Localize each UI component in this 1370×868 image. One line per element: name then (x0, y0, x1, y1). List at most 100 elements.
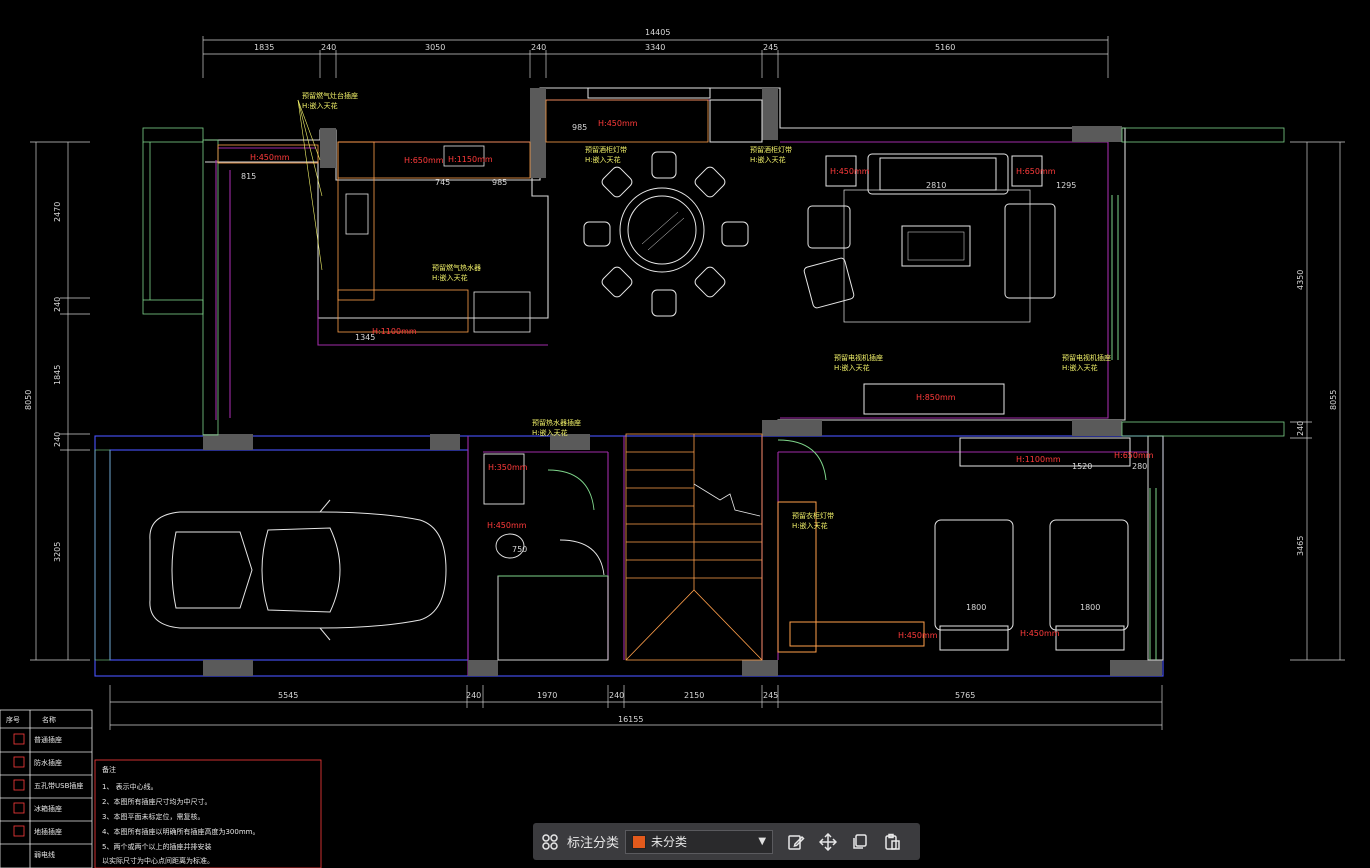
bedroom-label: H:1100mm (1016, 455, 1061, 464)
dim-interior: 985 (572, 123, 587, 132)
living-label: H:850mm (916, 393, 956, 402)
dim-top-segments: 1835 240 3050 240 3340 245 5160 (254, 43, 955, 52)
notes-line: 4、本图所有插座以明确所有插座高度为300mm。 (102, 827, 259, 836)
dim-right-seg: 3465 (1296, 536, 1305, 556)
dim-interior: 985 (492, 178, 507, 187)
note-living-left: 预留电视机插座 (834, 353, 883, 362)
dim-bottom-seg: 245 (763, 691, 778, 700)
dim-right-total: 8055 (1329, 390, 1338, 410)
copy-icon[interactable] (847, 829, 873, 855)
dim-interior: 745 (435, 178, 450, 187)
dim-bottom-total: 16155 (618, 715, 643, 724)
legend-row: 冰箱插座 (34, 804, 62, 813)
dim-top-seg: 3050 (425, 43, 445, 52)
note-living-left: H:嵌入天花 (834, 363, 870, 372)
bedroom (777, 437, 1157, 660)
notes-line: 以实际尺寸为中心点间距离为标准。 (102, 856, 214, 865)
dim-bottom-seg: 240 (466, 691, 481, 700)
dim-left-seg: 3205 (53, 542, 62, 562)
dim-interior: 1800 (1080, 603, 1100, 612)
move-icon[interactable] (815, 829, 841, 855)
legend-row: 普通插座 (34, 735, 62, 744)
dim-bottom-seg: 1970 (537, 691, 557, 700)
staircase (625, 433, 763, 661)
kitchen-label: H:1150mm (448, 155, 493, 164)
dim-left-seg: 240 (53, 297, 62, 312)
bedroom-label: H:650mm (1114, 451, 1154, 460)
legend-row: 地插插座 (34, 827, 62, 836)
legend-row: 防水插座 (34, 758, 62, 767)
note-bath: H:嵌入天花 (532, 428, 568, 437)
kitchen-label: H:650mm (404, 156, 444, 165)
note-bedroom: 预留衣柜灯带 (792, 511, 834, 520)
legend-row: 弱电线 (34, 850, 55, 859)
bathroom (483, 453, 609, 661)
dim-left-seg: 1845 (53, 365, 62, 385)
paste-icon[interactable] (879, 829, 905, 855)
note-living-right: H:嵌入天花 (1062, 363, 1098, 372)
dim-bottom-seg: 240 (609, 691, 624, 700)
dim-left-seg: 2470 (53, 202, 62, 222)
wall-columns (203, 88, 1164, 676)
bedroom-label: H:450mm (1020, 629, 1060, 638)
car-icon (149, 499, 447, 641)
category-select[interactable]: 未分类 ▼ (625, 829, 774, 854)
edit-icon[interactable] (783, 829, 809, 855)
chevron-down-icon: ▼ (758, 836, 767, 847)
dim-top-total: 14405 (645, 28, 670, 37)
dim-top-seg: 1835 (254, 43, 274, 52)
annotation-toolbar: 标注分类 未分类 ▼ (533, 823, 920, 860)
category-select-value: 未分类 (651, 835, 688, 849)
notes-line: 5、两个或两个以上的插座并排安装 (102, 842, 211, 851)
dim-right-seg: 4350 (1296, 270, 1305, 290)
notes-line: 3、本图平面未标定位，需复核。 (102, 812, 204, 821)
note-dining-left: H:嵌入天花 (585, 155, 621, 164)
dim-right-segments: 4350 240 3465 8055 (1296, 270, 1338, 556)
dim-top-seg: 240 (321, 43, 336, 52)
note-dining-right: H:嵌入天花 (750, 155, 786, 164)
legend-header: 序号 (6, 715, 20, 724)
dim-interior: 1345 (355, 333, 375, 342)
note-kitchen-top: 预留燃气灶台插座 (302, 91, 358, 100)
dim-bottom-segments: 5545 240 1970 240 2150 245 5765 (278, 691, 975, 700)
category-swatch (632, 834, 647, 849)
note-dining-left: 预留酒柜灯带 (585, 145, 627, 154)
bedroom-label: H:450mm (898, 631, 938, 640)
bath-label: H:350mm (488, 463, 528, 472)
note-bedroom: H:嵌入天花 (792, 521, 828, 530)
legend-row: 五孔带USB插座 (34, 781, 83, 790)
dim-top-seg: 240 (531, 43, 546, 52)
dim-left-total: 8050 (24, 390, 33, 410)
notes-line: 1、 表示中心线。 (102, 782, 158, 791)
dim-interior: 2810 (926, 181, 946, 190)
dim-top-seg: 245 (763, 43, 778, 52)
living-label: H:450mm (830, 167, 870, 176)
living-label: H:650mm (1016, 167, 1056, 176)
note-dining-right: 预留酒柜灯带 (750, 145, 792, 154)
dim-interior: 280 (1132, 462, 1147, 471)
dim-interior: 815 (241, 172, 256, 181)
note-kitchen-mid: 预留燃气热水器 (432, 263, 481, 272)
legend-header: 名称 (42, 715, 56, 724)
note-bath: 预留热水器插座 (532, 418, 581, 427)
notes-title: 备注 (102, 765, 116, 774)
dim-bottom-seg: 5545 (278, 691, 298, 700)
notes-box: 备注 1、 表示中心线。 2、本图所有插座尺寸均为中尺寸。 3、本图平面未标定位… (94, 759, 322, 868)
brick-walls (142, 127, 1285, 437)
note-living-right: 预留电视机插座 (1062, 353, 1111, 362)
dim-left-seg: 240 (53, 432, 62, 447)
notes-line: 2、本图所有插座尺寸均为中尺寸。 (102, 797, 211, 806)
category-label: 标注分类 (567, 836, 620, 851)
dim-top-seg: 3340 (645, 43, 665, 52)
dim-left-segments: 2470 240 1845 240 3205 8050 (24, 202, 62, 562)
dim-interior: 1295 (1056, 181, 1076, 190)
dim-bottom-seg: 2150 (684, 691, 704, 700)
living-room (803, 153, 1119, 415)
kitchen-label: H:1100mm (372, 327, 417, 336)
dim-bottom-seg: 5765 (955, 691, 975, 700)
dining-label: H:450mm (598, 119, 638, 128)
dim-top-seg: 5160 (935, 43, 955, 52)
kitchen (217, 99, 531, 333)
cad-floor-plan[interactable]: 14405 1835 240 3050 240 3340 245 5160 55… (0, 0, 1370, 868)
grid-icon[interactable] (537, 829, 563, 855)
